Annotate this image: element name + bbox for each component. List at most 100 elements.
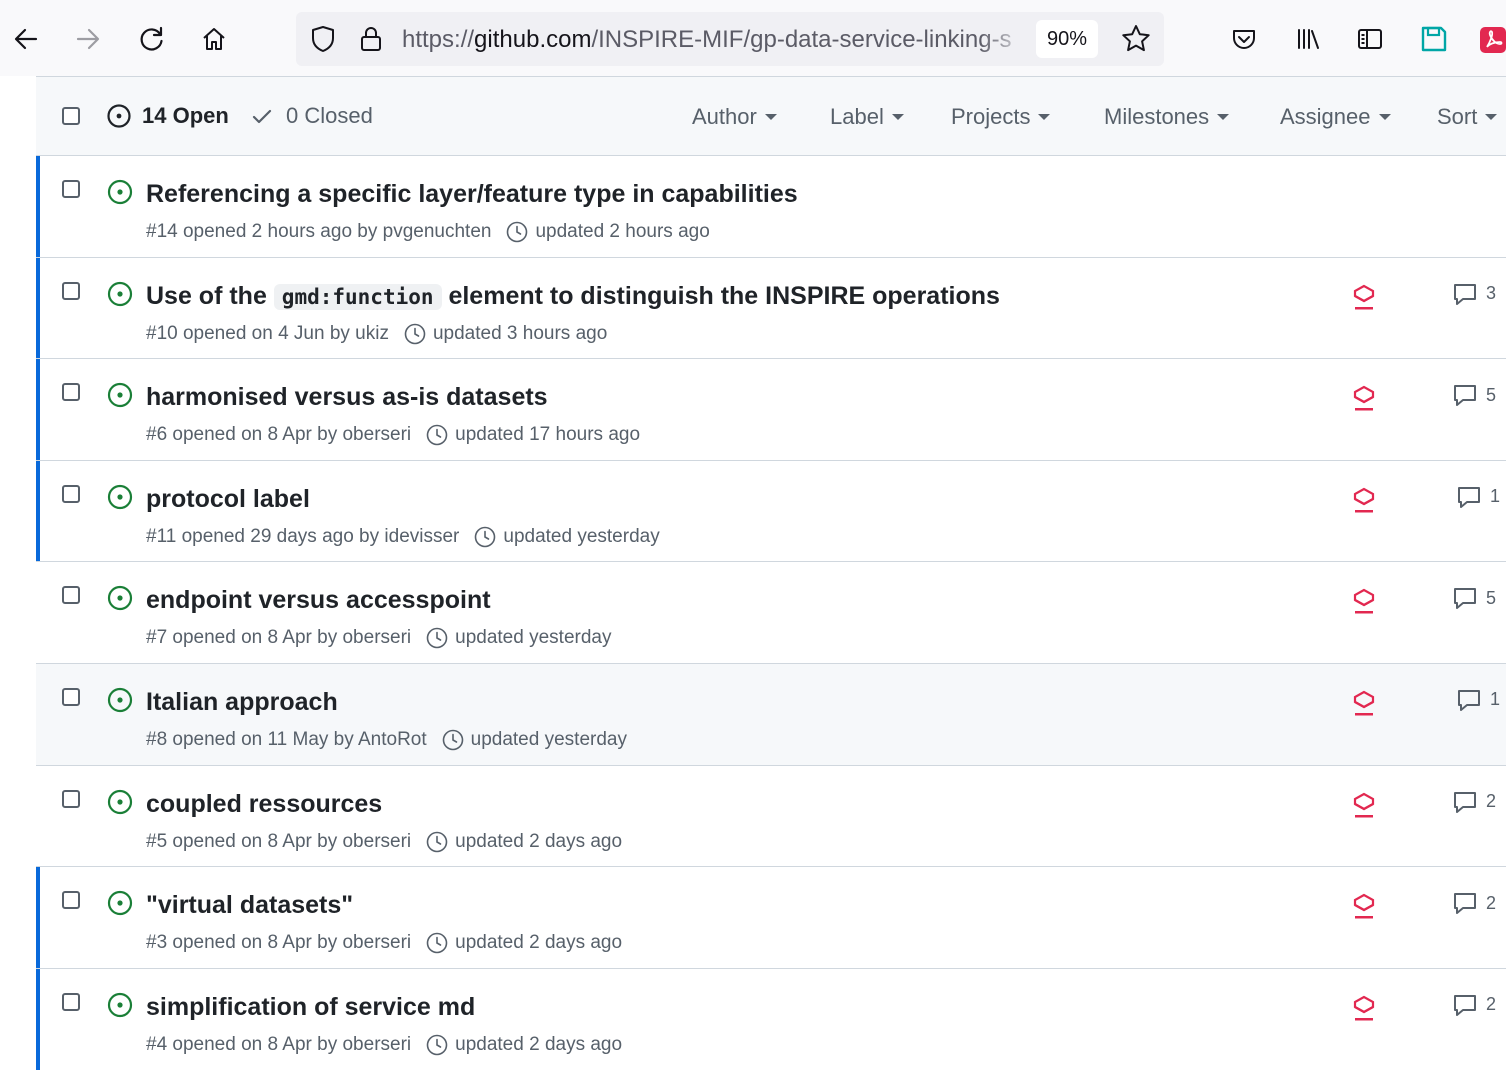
issue-opened-info: #10 opened on 4 Jun by ukiz <box>146 322 389 344</box>
issue-meta: #5 opened on 8 Apr by oberseri updated 2… <box>146 830 622 854</box>
url-bar[interactable]: https://github.com/INSPIRE-MIF/gp-data-s… <box>296 12 1164 66</box>
issue-title-link[interactable]: Use of the gmd:function element to disti… <box>146 279 1000 314</box>
issue-title-link[interactable]: "virtual datasets" <box>146 888 353 922</box>
clock-icon <box>426 628 448 649</box>
comments-link[interactable]: 5 <box>1452 585 1496 611</box>
issue-meta: #11 opened 29 days ago by idevisser upda… <box>146 525 660 549</box>
extension-badge-icon <box>1353 995 1375 1021</box>
select-all-checkbox[interactable] <box>62 107 80 125</box>
issue-row[interactable]: Italian approach #8 opened on 11 May by … <box>36 663 1506 766</box>
label-filter[interactable]: Label <box>830 104 904 130</box>
comments-link[interactable]: 2 <box>1452 992 1496 1018</box>
issue-open-icon <box>107 104 131 128</box>
issue-select-checkbox[interactable] <box>62 687 80 706</box>
pdf-extension-button[interactable] <box>1478 19 1506 59</box>
forward-button[interactable] <box>68 19 108 59</box>
extension-badge-icon <box>1353 284 1375 310</box>
issue-row[interactable]: endpoint versus accesspoint #7 opened on… <box>36 562 1506 664</box>
extension-badge-icon <box>1353 792 1375 818</box>
issue-title-link[interactable]: Referencing a specific layer/feature typ… <box>146 177 798 211</box>
closed-issues-tab[interactable]: 0 Closed <box>250 103 373 129</box>
projects-filter[interactable]: Projects <box>951 104 1051 130</box>
zoom-level-button[interactable]: 90% <box>1036 20 1098 58</box>
issue-title-link[interactable]: protocol label <box>146 482 310 516</box>
comments-link[interactable]: 1 <box>1456 687 1500 713</box>
library-button[interactable] <box>1288 19 1328 59</box>
comments-link[interactable]: 2 <box>1452 789 1496 815</box>
issue-row[interactable]: Referencing a specific layer/feature typ… <box>36 156 1506 258</box>
issue-select-checkbox[interactable] <box>62 383 80 402</box>
milestones-filter[interactable]: Milestones <box>1104 104 1230 130</box>
issue-row[interactable]: simplification of service md #4 opened o… <box>36 968 1506 1070</box>
issue-opened-info: #4 opened on 8 Apr by oberseri <box>146 1033 412 1055</box>
issue-select-checkbox[interactable] <box>62 586 80 605</box>
issue-row[interactable]: Use of the gmd:function element to disti… <box>36 257 1506 360</box>
url-text[interactable]: https://github.com/INSPIRE-MIF/gp-data-s… <box>402 25 1030 55</box>
issue-updated-info: updated 2 days ago <box>455 830 623 852</box>
issue-title-text: element to distinguish the INSPIRE opera… <box>441 281 1000 310</box>
issue-meta: #8 opened on 11 May by AntoRot updated y… <box>146 728 627 752</box>
issue-select-checkbox[interactable] <box>62 281 80 300</box>
issue-list: Referencing a specific layer/feature typ… <box>36 156 1506 1070</box>
sort-filter[interactable]: Sort <box>1437 104 1498 130</box>
issue-title-code: gmd:function <box>273 283 442 310</box>
extension-badge-icon <box>1353 690 1375 716</box>
issue-row[interactable]: coupled ressources #5 opened on 8 Apr by… <box>36 765 1506 868</box>
bookmark-star-icon[interactable] <box>1120 23 1152 55</box>
label-filter-label: Label <box>830 104 884 129</box>
clock-icon <box>426 831 448 852</box>
sidebar-button[interactable] <box>1350 19 1390 59</box>
back-arrow-icon <box>14 28 38 50</box>
issue-title-link[interactable]: endpoint versus accesspoint <box>146 583 491 617</box>
save-page-extension-button[interactable] <box>1414 19 1454 59</box>
projects-filter-label: Projects <box>951 104 1031 129</box>
home-button[interactable] <box>194 19 234 59</box>
issue-select-checkbox[interactable] <box>62 484 80 503</box>
home-icon <box>203 28 225 50</box>
closed-issues-count: 0 Closed <box>286 103 373 128</box>
issue-select-checkbox[interactable] <box>62 789 80 808</box>
issue-updated-info: updated 2 days ago <box>455 932 623 954</box>
url-path: /INSPIRE-MIF/gp-data-service-linking-s <box>591 26 1012 53</box>
open-issues-tab[interactable]: 14 Open <box>106 103 229 129</box>
comments-link[interactable]: 2 <box>1452 890 1496 916</box>
issue-opened-info: #8 opened on 11 May by AntoRot <box>146 728 427 750</box>
comments-link[interactable]: 1 <box>1456 484 1500 510</box>
pocket-button[interactable] <box>1224 19 1264 59</box>
issue-row[interactable]: "virtual datasets" #3 opened on 8 Apr by… <box>36 867 1506 969</box>
acrobat-icon <box>1480 27 1506 53</box>
sidebar-icon <box>1358 29 1382 49</box>
shield-icon[interactable] <box>308 24 338 54</box>
reload-button[interactable] <box>132 19 172 59</box>
issue-opened-info: #11 opened 29 days ago by idevisser <box>146 525 460 547</box>
comment-count: 5 <box>1486 587 1497 608</box>
library-icon <box>1298 29 1319 49</box>
issue-row[interactable]: protocol label #11 opened 29 days ago by… <box>36 460 1506 563</box>
issue-updated-info: updated 2 days ago <box>455 1033 623 1055</box>
comments-link[interactable]: 5 <box>1452 382 1496 408</box>
comment-count: 1 <box>1490 689 1501 710</box>
comment-count: 3 <box>1486 283 1497 304</box>
issue-open-icon <box>107 179 133 205</box>
issue-title-link[interactable]: harmonised versus as-is datasets <box>146 380 548 414</box>
check-icon <box>252 109 272 124</box>
issue-title-link[interactable]: Italian approach <box>146 685 338 719</box>
issue-title-link[interactable]: coupled ressources <box>146 787 382 821</box>
comment-icon <box>1454 994 1476 1016</box>
author-filter[interactable]: Author <box>692 104 777 130</box>
assignee-filter[interactable]: Assignee <box>1280 104 1391 130</box>
sort-filter-label: Sort <box>1437 104 1478 129</box>
back-button[interactable] <box>6 19 46 59</box>
issue-select-checkbox[interactable] <box>62 891 80 910</box>
issue-meta: #14 opened 2 hours ago by pvgenuchten up… <box>146 220 710 244</box>
issue-updated-info: updated yesterday <box>503 525 660 547</box>
comment-icon <box>1454 385 1476 407</box>
issue-select-checkbox[interactable] <box>62 992 80 1011</box>
comments-link[interactable]: 3 <box>1452 281 1496 307</box>
clock-icon <box>507 221 528 243</box>
issue-select-checkbox[interactable] <box>62 180 80 198</box>
issue-row[interactable]: harmonised versus as-is datasets #6 open… <box>36 359 1506 461</box>
lock-icon[interactable] <box>356 24 386 54</box>
issue-title-link[interactable]: simplification of service md <box>146 990 475 1024</box>
caret-down-icon <box>1485 114 1498 120</box>
